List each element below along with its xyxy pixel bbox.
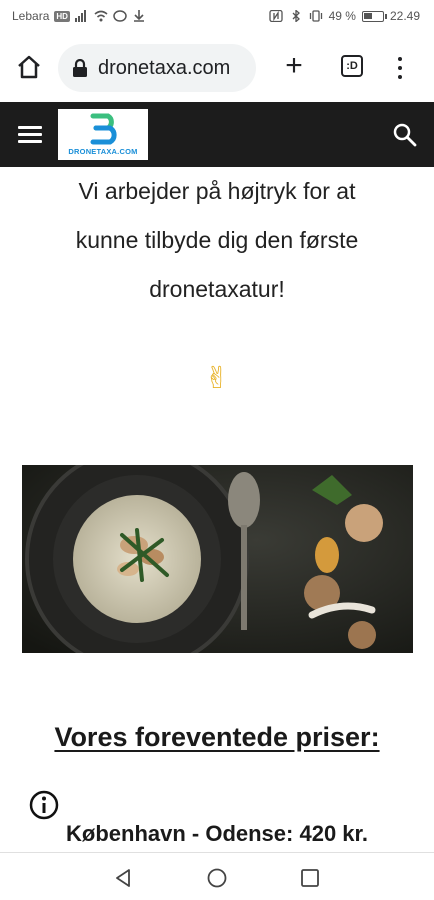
- signal-icon: [74, 10, 86, 22]
- more-menu-icon[interactable]: [390, 52, 410, 84]
- download-icon: [133, 10, 144, 22]
- hero-text: Vi arbejder på højtryk for at kunne tilb…: [30, 167, 404, 314]
- network-chip: HD: [54, 10, 70, 22]
- url-text[interactable]: dronetaxa.com: [98, 57, 248, 80]
- new-tab-button[interactable]: +: [278, 51, 310, 84]
- message-icon: [113, 10, 127, 22]
- address-bar[interactable]: dronetaxa.com: [58, 44, 256, 92]
- hero-line: Vi arbejder på højtryk for at: [78, 178, 356, 204]
- info-icon[interactable]: [28, 789, 60, 821]
- victory-hand-emoji: ✌: [204, 362, 230, 395]
- battery-icon: [361, 10, 387, 22]
- price-line: København - Odense: 420 kr.: [66, 821, 368, 846]
- mushroom-soup-image: [22, 465, 413, 653]
- tab-switcher-button[interactable]: :D: [341, 55, 363, 77]
- search-icon[interactable]: [392, 122, 418, 148]
- clock: 22.49: [389, 9, 420, 23]
- browser-toolbar: dronetaxa.com + :D: [0, 34, 434, 102]
- logo-text: DRONETAXA.COM: [68, 147, 138, 156]
- hero-line: dronetaxatur!: [149, 276, 285, 302]
- status-bar: Lebara HD 49 % 22.49: [0, 0, 434, 34]
- back-icon[interactable]: [112, 867, 134, 889]
- bluetooth-icon: [292, 10, 300, 22]
- vibrate-icon: [309, 10, 322, 22]
- home-circle-icon[interactable]: [206, 867, 228, 889]
- soup-illustration: [22, 465, 413, 653]
- home-icon[interactable]: [14, 52, 44, 82]
- lock-icon[interactable]: [72, 59, 88, 77]
- prices-heading: Vores foreventede priser:: [54, 722, 380, 752]
- system-nav-bar: [0, 852, 434, 900]
- battery-percent: 49 %: [328, 9, 356, 23]
- carrier-label: Lebara: [12, 9, 50, 23]
- site-header: DRONETAXA.COM: [0, 102, 434, 167]
- wifi-icon: [94, 10, 108, 22]
- hero-line: kunne tilbyde dig den første: [75, 227, 359, 253]
- hamburger-menu-icon[interactable]: [18, 126, 42, 144]
- nfc-icon: [268, 10, 283, 22]
- site-logo[interactable]: DRONETAXA.COM: [58, 109, 148, 160]
- logo-mark: [90, 113, 117, 145]
- recent-apps-icon[interactable]: [300, 868, 320, 888]
